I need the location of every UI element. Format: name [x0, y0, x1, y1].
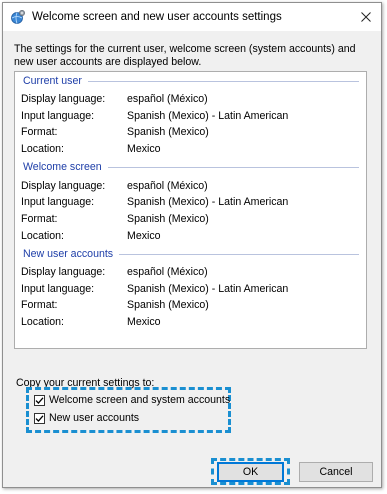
setting-value: español (México) — [127, 180, 208, 192]
setting-value: Mexico — [127, 230, 161, 242]
new-user-accounts-checkbox-row[interactable]: New user accounts — [34, 412, 139, 424]
setting-label: Display language: — [21, 180, 106, 192]
section-title: New user accounts — [23, 248, 114, 260]
section-divider — [119, 253, 359, 255]
globe-settings-icon — [10, 9, 26, 25]
section-title: Current user — [23, 75, 82, 87]
setting-label: Location: — [21, 316, 64, 328]
setting-value: Spanish (Mexico) - Latin American — [127, 283, 289, 295]
setting-label: Input language: — [21, 110, 95, 122]
cancel-button[interactable]: Cancel — [299, 462, 373, 482]
setting-value: Spanish (Mexico) — [127, 213, 209, 225]
new-user-accounts-checkbox-label[interactable]: New user accounts — [49, 412, 139, 424]
welcome-screen-checkbox[interactable] — [34, 394, 45, 406]
section-header-current-user: Current user — [23, 75, 359, 87]
setting-label: Format: — [21, 213, 58, 225]
close-icon[interactable] — [351, 3, 381, 31]
welcome-screen-checkbox-row[interactable]: Welcome screen and system accounts — [34, 394, 230, 406]
section-divider — [107, 166, 359, 168]
description-text: The settings for the current user, welco… — [14, 43, 356, 68]
setting-label: Format: — [21, 126, 58, 138]
settings-panel: Current user Display language: español (… — [14, 71, 367, 349]
window-title: Welcome screen and new user accounts set… — [32, 11, 282, 23]
setting-value: Spanish (Mexico) - Latin American — [127, 196, 289, 208]
section-header-welcome-screen: Welcome screen — [23, 161, 359, 173]
ok-button[interactable]: OK — [217, 462, 284, 482]
section-header-new-user-accounts: New user accounts — [23, 248, 359, 260]
setting-value: español (México) — [127, 266, 208, 278]
section-title: Welcome screen — [23, 161, 102, 173]
setting-value: Spanish (Mexico) — [127, 126, 209, 138]
checkmark-icon — [35, 414, 44, 422]
setting-value: español (México) — [127, 93, 208, 105]
setting-label: Display language: — [21, 266, 106, 278]
checkmark-icon — [35, 396, 44, 404]
title-bar: Welcome screen and new user accounts set… — [3, 3, 381, 31]
setting-value: Mexico — [127, 143, 161, 155]
setting-label: Location: — [21, 230, 64, 242]
setting-label: Input language: — [21, 283, 95, 295]
new-user-accounts-checkbox[interactable] — [34, 412, 45, 424]
setting-value: Mexico — [127, 316, 161, 328]
setting-label: Input language: — [21, 196, 95, 208]
setting-label: Format: — [21, 299, 58, 311]
welcome-screen-checkbox-label[interactable]: Welcome screen and system accounts — [49, 394, 230, 406]
section-divider — [87, 80, 359, 82]
setting-value: Spanish (Mexico) - Latin American — [127, 110, 289, 122]
settings-dialog: Welcome screen and new user accounts set… — [2, 2, 382, 488]
setting-value: Spanish (Mexico) — [127, 299, 209, 311]
setting-label: Location: — [21, 143, 64, 155]
setting-label: Display language: — [21, 93, 106, 105]
